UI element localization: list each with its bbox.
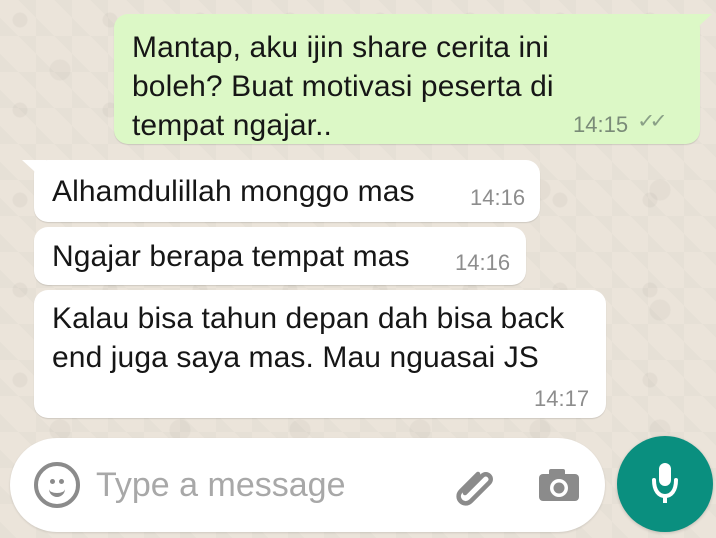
emoji-mouth xyxy=(49,483,65,497)
message-bubble-incoming[interactable]: Ngajar berapa tempat mas 14:16 xyxy=(34,227,526,285)
message-text: Alhamdulillah monggo mas xyxy=(52,175,415,208)
microphone-button[interactable] xyxy=(617,436,713,532)
message-composer xyxy=(10,438,605,532)
message-time: 14:17 xyxy=(534,386,590,411)
camera-icon[interactable] xyxy=(534,462,584,508)
bubble-tail-outgoing xyxy=(688,14,712,36)
microphone-icon xyxy=(652,463,678,503)
message-text: Ngajar berapa tempat mas xyxy=(52,240,410,273)
message-time: 14:15 xyxy=(573,112,629,137)
message-time: 14:16 xyxy=(455,250,511,275)
paperclip-icon[interactable] xyxy=(448,460,502,514)
bubble-tail-incoming xyxy=(22,160,46,182)
double-check-icon: ✓✓ xyxy=(637,109,668,132)
message-text: Kalau bisa tahun depan dah bisa back end… xyxy=(52,302,565,374)
message-input[interactable] xyxy=(96,463,416,507)
message-bubble-incoming[interactable]: Alhamdulillah monggo mas 14:16 xyxy=(22,160,540,222)
message-time: 14:16 xyxy=(470,185,526,210)
message-bubble-outgoing[interactable]: Mantap, aku ijin share cerita ini boleh?… xyxy=(114,14,712,144)
message-text: Mantap, aku ijin share cerita ini boleh?… xyxy=(132,31,554,142)
message-bubble-incoming[interactable]: Kalau bisa tahun depan dah bisa back end… xyxy=(34,290,606,418)
emoji-icon[interactable] xyxy=(34,462,80,508)
